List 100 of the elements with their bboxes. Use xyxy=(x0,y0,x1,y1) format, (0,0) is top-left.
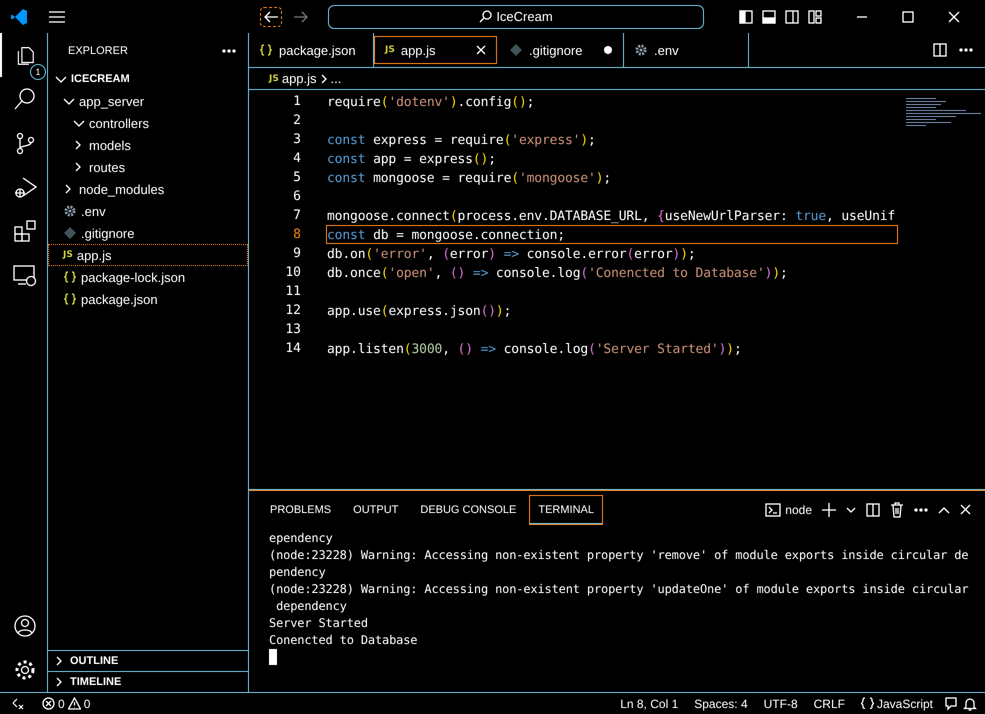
code-line: const mongoose = require('mongoose'); xyxy=(326,170,612,187)
more-actions-icon[interactable] xyxy=(959,48,973,52)
account-icon[interactable] xyxy=(12,614,36,638)
panel-tab[interactable]: PROBLEMS xyxy=(261,494,340,524)
sidebar-title: EXPLORER xyxy=(68,44,128,56)
extensions-icon[interactable] xyxy=(12,219,36,243)
maximize-panel-icon[interactable] xyxy=(938,506,950,514)
terminal-output-line: Conencted to Database xyxy=(269,632,418,649)
add-terminal-icon[interactable] xyxy=(822,502,836,516)
back-button[interactable] xyxy=(260,6,282,26)
problems-status[interactable]: 0 0 xyxy=(36,696,96,710)
run-debug-icon[interactable] xyxy=(12,175,36,199)
notification-badge: 1 xyxy=(30,64,46,80)
folder-tree-item[interactable]: controllers xyxy=(48,112,248,134)
encoding[interactable]: UTF-8 xyxy=(758,696,804,710)
folder-tree-item[interactable]: ICECREAM xyxy=(48,68,248,90)
line-number: 6 xyxy=(292,189,301,204)
file-tree-item[interactable]: .gitignore xyxy=(48,222,248,244)
code-line: app.listen(3000, () => console.log('Server Started')); xyxy=(326,341,743,358)
feedback-icon[interactable] xyxy=(943,696,959,710)
line-number: 14 xyxy=(284,341,301,356)
indentation[interactable]: Spaces: 4 xyxy=(688,696,754,710)
activity-bar-button[interactable]: 1 xyxy=(0,33,47,77)
code-line: db.once('open', () => console.log('Conencted to Database')); xyxy=(326,265,789,282)
line-number: 10 xyxy=(284,265,301,280)
chevron-down-icon[interactable] xyxy=(846,506,856,514)
terminal-output-line: Server Started xyxy=(269,615,369,632)
line-number: 2 xyxy=(292,113,301,128)
maximize-icon[interactable] xyxy=(902,10,914,22)
terminal-output-line: pendency xyxy=(269,564,327,581)
code-line: db.on('error', (error) => console.error(error)); xyxy=(326,246,697,263)
bell-icon[interactable] xyxy=(963,696,977,710)
more-actions-icon[interactable] xyxy=(914,508,928,512)
layout-icon[interactable] xyxy=(808,10,822,24)
braces-icon xyxy=(860,697,874,710)
folder-tree-item[interactable]: app_server xyxy=(48,90,248,112)
arrow-left-icon xyxy=(263,10,279,24)
section-header[interactable]: TIMELINE xyxy=(48,671,248,692)
js-file-icon: JS xyxy=(269,74,279,84)
line-number: 1 xyxy=(292,94,301,109)
line-number: 12 xyxy=(284,303,301,318)
close-icon[interactable] xyxy=(960,504,971,515)
terminal-icon xyxy=(765,502,782,516)
terminal-output-line: ependency xyxy=(269,530,334,547)
command-center-search[interactable]: IceCream xyxy=(328,4,704,28)
file-tree-item[interactable]: .env xyxy=(48,200,248,222)
breadcrumb-item[interactable]: ... xyxy=(330,71,342,86)
folder-tree-item[interactable]: node_modules xyxy=(48,178,248,200)
unsaved-dot-icon xyxy=(603,45,613,55)
line-ending[interactable]: CRLF xyxy=(808,696,851,710)
diamond-icon xyxy=(509,43,523,57)
search-icon[interactable] xyxy=(12,87,36,111)
chevron-right-icon xyxy=(320,72,328,84)
error-icon xyxy=(42,697,55,710)
split-terminal-icon[interactable] xyxy=(866,502,880,516)
close-icon[interactable] xyxy=(476,45,486,55)
terminal-shell-selector[interactable]: node xyxy=(765,502,812,516)
primary-sidebar-icon[interactable] xyxy=(739,10,753,24)
close-icon[interactable] xyxy=(948,10,960,22)
code-line: const app = express(); xyxy=(326,151,497,168)
language-mode[interactable]: JavaScript xyxy=(854,696,939,710)
panel-tab[interactable]: OUTPUT xyxy=(344,494,408,524)
terminal-output-line: dependency xyxy=(275,598,348,615)
gear-icon xyxy=(634,43,648,57)
line-number: 4 xyxy=(292,151,301,166)
panel-tab[interactable]: TERMINAL xyxy=(529,494,603,524)
braces-icon xyxy=(259,43,273,57)
folder-tree-item[interactable]: routes xyxy=(48,156,248,178)
terminal-cursor xyxy=(269,649,277,665)
line-number: 9 xyxy=(292,246,301,261)
line-number: 7 xyxy=(292,208,301,223)
cursor-position[interactable]: Ln 8, Col 1 xyxy=(614,696,684,710)
remote-icon[interactable] xyxy=(11,696,25,710)
settings-icon[interactable] xyxy=(12,658,36,682)
remote-explorer-icon[interactable] xyxy=(12,263,36,287)
panel-icon[interactable] xyxy=(762,10,776,24)
warning-icon xyxy=(68,697,81,710)
file-tree-item[interactable]: package-lock.json xyxy=(48,266,248,288)
line-number: 3 xyxy=(292,132,301,147)
more-actions-icon[interactable] xyxy=(222,48,236,52)
trash-icon[interactable] xyxy=(890,502,904,518)
braces-icon xyxy=(63,270,77,284)
arrow-right-icon[interactable] xyxy=(293,10,309,24)
folder-tree-item[interactable]: models xyxy=(48,134,248,156)
app-logo-icon xyxy=(10,8,28,26)
search-icon xyxy=(479,10,492,23)
line-number: 8 xyxy=(292,227,301,242)
panel-tab[interactable]: DEBUG CONSOLE xyxy=(411,494,526,524)
file-tree-item[interactable]: package.json xyxy=(48,288,248,310)
braces-icon xyxy=(63,292,77,306)
menu-icon[interactable] xyxy=(48,10,66,24)
code-line: app.use(express.json()); xyxy=(326,303,512,320)
diamond-icon xyxy=(63,226,77,240)
breadcrumb-item[interactable]: app.js xyxy=(282,71,317,86)
line-number: 11 xyxy=(284,284,301,299)
secondary-sidebar-icon[interactable] xyxy=(785,10,799,24)
section-header[interactable]: OUTLINE xyxy=(48,650,248,671)
file-tree-item[interactable]: JS app.js xyxy=(48,244,248,266)
editor-tab[interactable]: JS app.js xyxy=(374,36,497,64)
split-editor-icon[interactable] xyxy=(933,43,947,57)
